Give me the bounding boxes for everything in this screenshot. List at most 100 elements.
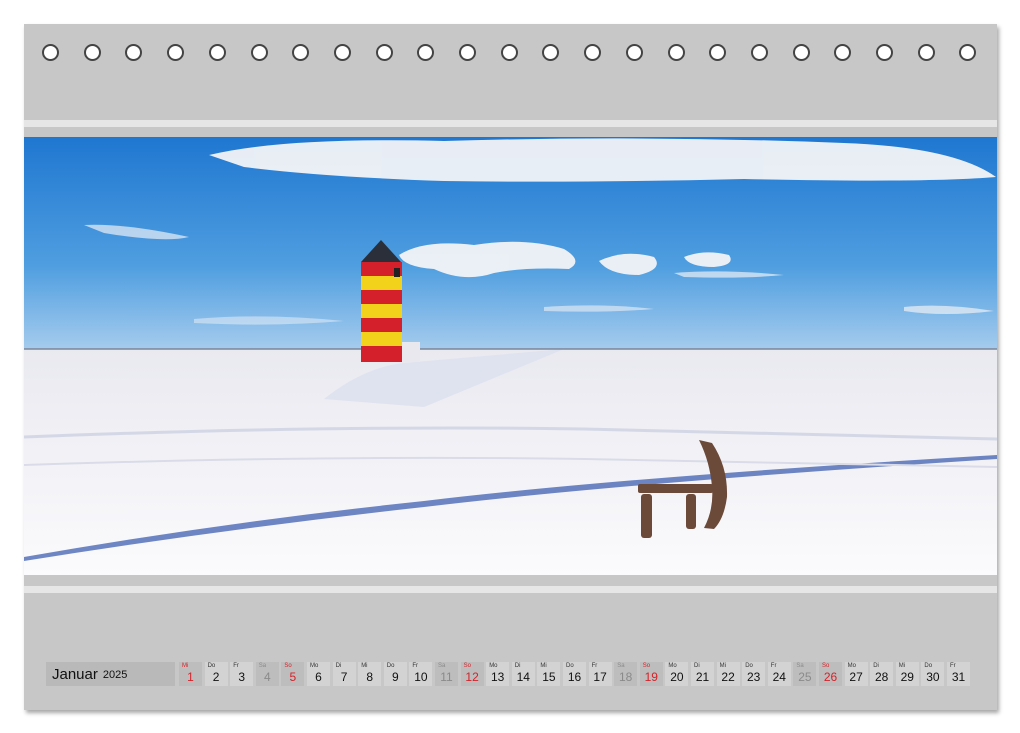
weekday-label: Di [335, 663, 342, 669]
day-number: 24 [772, 670, 786, 684]
weekday-label: Mi [182, 663, 189, 669]
weekday-label: Mo [847, 663, 856, 669]
binding-hole [792, 44, 810, 61]
day-number: 9 [391, 670, 399, 684]
day-cell: Mo 6 [307, 662, 330, 686]
day-cell: So 19 [639, 662, 663, 686]
weekday-label: Sa [796, 663, 804, 669]
day-number: 31 [951, 670, 966, 684]
day-cell: Fr 10 [409, 662, 433, 686]
binding-hole [876, 44, 893, 61]
day-cell: Do 9 [383, 662, 407, 686]
day-cell: Mo 13 [486, 662, 510, 686]
day-cell: Mo 20 [665, 662, 689, 686]
day-number: 16 [567, 670, 582, 684]
binding-hole [167, 44, 185, 61]
binding-hole [834, 44, 852, 61]
day-number: 6 [315, 670, 322, 684]
day-number: 22 [721, 670, 735, 684]
day-cell: Sa 11 [435, 662, 458, 686]
day-cell: Mo 27 [844, 662, 868, 686]
binding-hole [917, 44, 935, 61]
month-year: 2025 [102, 669, 128, 681]
binding-hole [125, 44, 143, 61]
day-cell: So 12 [460, 662, 484, 686]
day-cell: Di 28 [870, 662, 894, 686]
day-cell: Mi 1 [179, 662, 202, 686]
day-number: 12 [465, 670, 479, 684]
day-number: 7 [340, 670, 348, 684]
day-number: 8 [366, 670, 374, 684]
day-number: 15 [542, 670, 556, 684]
day-cell: So 26 [819, 662, 842, 686]
day-cell: Fr 3 [230, 662, 254, 686]
snow-field [24, 349, 997, 575]
day-number: 14 [516, 670, 530, 684]
day-number: 27 [849, 670, 863, 684]
weekday-label: Mi [898, 663, 906, 669]
day-number: 26 [823, 670, 838, 684]
photo-bottom-stripe [24, 586, 997, 593]
day-cell: Sa 18 [614, 662, 638, 686]
binding-hole [667, 44, 685, 61]
day-cell: Mi 8 [358, 662, 382, 686]
weekday-label: Mo [668, 663, 677, 669]
day-cell: Fr 24 [767, 662, 791, 686]
day-number: 17 [593, 670, 607, 684]
weekday-label: Sa [438, 663, 446, 669]
weekday-label: Mo [310, 663, 319, 669]
day-number: 20 [670, 670, 684, 684]
binding-hole [959, 44, 977, 61]
weekday-label: Do [207, 663, 216, 669]
weekday-label: Do [745, 663, 753, 669]
day-cell: Do 30 [921, 662, 945, 686]
photo-winter-lighthouse [24, 137, 997, 575]
day-cell: Mi 22 [716, 662, 740, 686]
binding-hole [625, 44, 643, 61]
weekday-label: Sa [617, 663, 625, 669]
calendar-page: Januar 2025 Mi 1 Do 2 Fr 3 Sa 4 So 5 Mo 6 Di 7 Mi 8 Do 9 F… [24, 24, 997, 710]
weekday-label: Do [924, 663, 933, 669]
binding-hole [292, 44, 310, 61]
day-cell: Fr 31 [947, 662, 970, 686]
day-cell: Di 21 [691, 662, 714, 686]
binding-hole [250, 44, 268, 61]
binding-hole [542, 44, 560, 61]
weekday-label: Mi [719, 663, 726, 669]
day-number: 18 [619, 670, 633, 684]
day-number: 19 [644, 670, 658, 684]
weekday-label: Fr [770, 663, 777, 669]
day-cell: Fr 17 [588, 662, 612, 686]
day-cell: Mi 15 [537, 662, 561, 686]
month-name: Januar [52, 665, 98, 683]
weekday-label: So [284, 663, 292, 669]
binding-hole [83, 44, 101, 61]
binding-hole [42, 44, 59, 61]
binding-hole [750, 44, 768, 61]
day-cell: Sa 25 [793, 662, 817, 686]
weekday-label: Di [514, 663, 521, 669]
day-cell: Do 16 [563, 662, 586, 686]
weekday-label: Fr [233, 663, 239, 669]
binding-hole [459, 44, 476, 61]
weekday-label: So [822, 663, 830, 669]
weekday-label: Di [873, 663, 879, 669]
binding-hole [333, 44, 351, 61]
day-cell: Mi 29 [895, 662, 919, 686]
day-cell: Di 7 [332, 662, 356, 686]
weekday-label: So [642, 663, 651, 669]
day-number: 23 [747, 670, 761, 684]
calendar-photo [24, 137, 997, 575]
day-number: 5 [289, 670, 297, 684]
binding-hole [584, 44, 602, 61]
day-number: 30 [926, 670, 940, 684]
day-number: 2 [212, 670, 220, 684]
day-number: 3 [238, 670, 246, 684]
weekday-label: Fr [591, 663, 598, 669]
photo-top-stripe [24, 120, 997, 127]
day-number: 1 [187, 670, 194, 684]
weekday-label: Do [566, 663, 574, 669]
weekday-label: Mo [489, 663, 498, 669]
binding-hole [375, 44, 393, 61]
day-number: 21 [695, 670, 710, 684]
